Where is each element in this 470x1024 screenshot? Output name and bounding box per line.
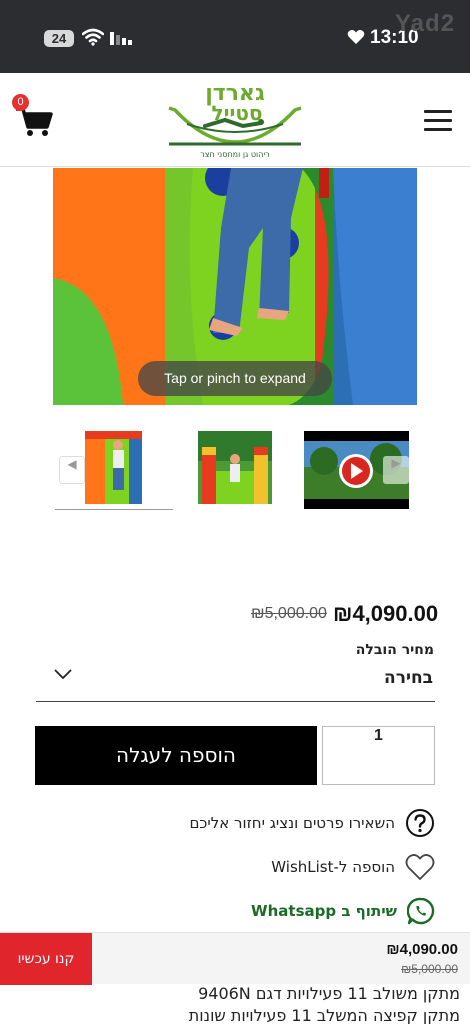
thumbnail-strip: ◀ ▶ xyxy=(55,428,415,513)
whatsapp-icon xyxy=(407,897,435,925)
chevron-left-icon[interactable]: ◀ xyxy=(59,456,85,484)
thumbnail-active-indicator xyxy=(55,509,173,510)
chevron-down-icon xyxy=(54,669,72,680)
quantity-input[interactable]: 1 xyxy=(322,726,435,785)
question-circle-icon xyxy=(406,809,434,837)
delivery-price-label: מחיר הובלה xyxy=(355,642,434,658)
sticky-original-price: ₪5,000.00 xyxy=(401,962,458,976)
sticky-buy-bar: קנו עכשיו ₪4,090.00 ₪5,000.00 xyxy=(0,932,470,985)
watermark: Yad2 xyxy=(395,10,456,37)
expand-hint: Tap or pinch to expand xyxy=(138,361,332,396)
wishlist-label: הוספה ל-WishList xyxy=(271,858,395,876)
wifi-icon xyxy=(82,28,104,46)
hamburger-menu-icon[interactable] xyxy=(424,110,452,132)
wishlist-link[interactable]: הוספה ל-WishList xyxy=(271,853,435,881)
heart-outline-icon xyxy=(405,854,435,880)
thumbnail-2[interactable] xyxy=(198,431,272,508)
product-description-line-2: מתקן קפיצה המשלב 11 פעילויות שונות xyxy=(188,1006,460,1024)
inquiry-link[interactable]: השאירו פרטים ונציג יחזור אליכם xyxy=(189,808,435,838)
whatsapp-label: שיתוף ב Whatsapp xyxy=(251,902,397,920)
heart-icon xyxy=(347,30,365,44)
inquiry-label: השאירו פרטים ונציג יחזור אליכם xyxy=(189,814,395,832)
cart-count-badge: 0 xyxy=(12,94,29,111)
whatsapp-share-link[interactable]: שיתוף ב Whatsapp xyxy=(251,897,435,925)
product-description-line-1: מתקן משולב 11 פעילויות דגם 9406N xyxy=(198,984,460,1003)
site-header: 0 גארדן סטייל ריהוט גן ומחסני חצר xyxy=(0,73,470,167)
thumbnail-1[interactable] xyxy=(85,431,142,508)
original-price: ₪5,000.00 xyxy=(251,605,327,622)
current-price: ₪4,090.00 xyxy=(333,601,439,626)
logo-subtitle: ריהוט גן ומחסני חצר xyxy=(200,150,270,159)
cellular-icon xyxy=(110,32,132,45)
product-page: 24 13:10 Yad2 0 גארדן סטייל ריהוט גן ומח… xyxy=(0,0,470,1024)
sticky-current-price: ₪4,090.00 xyxy=(386,941,458,958)
chevron-right-icon[interactable]: ▶ xyxy=(383,456,409,484)
battery-indicator: 24 xyxy=(44,30,74,47)
delivery-select[interactable]: בחירה xyxy=(36,660,435,702)
buy-now-button[interactable]: קנו עכשיו xyxy=(0,933,92,985)
add-to-cart-button[interactable]: הוספה לעגלה xyxy=(35,726,317,785)
delivery-select-value: בחירה xyxy=(384,668,433,688)
status-bar: 24 13:10 Yad2 xyxy=(0,0,470,73)
